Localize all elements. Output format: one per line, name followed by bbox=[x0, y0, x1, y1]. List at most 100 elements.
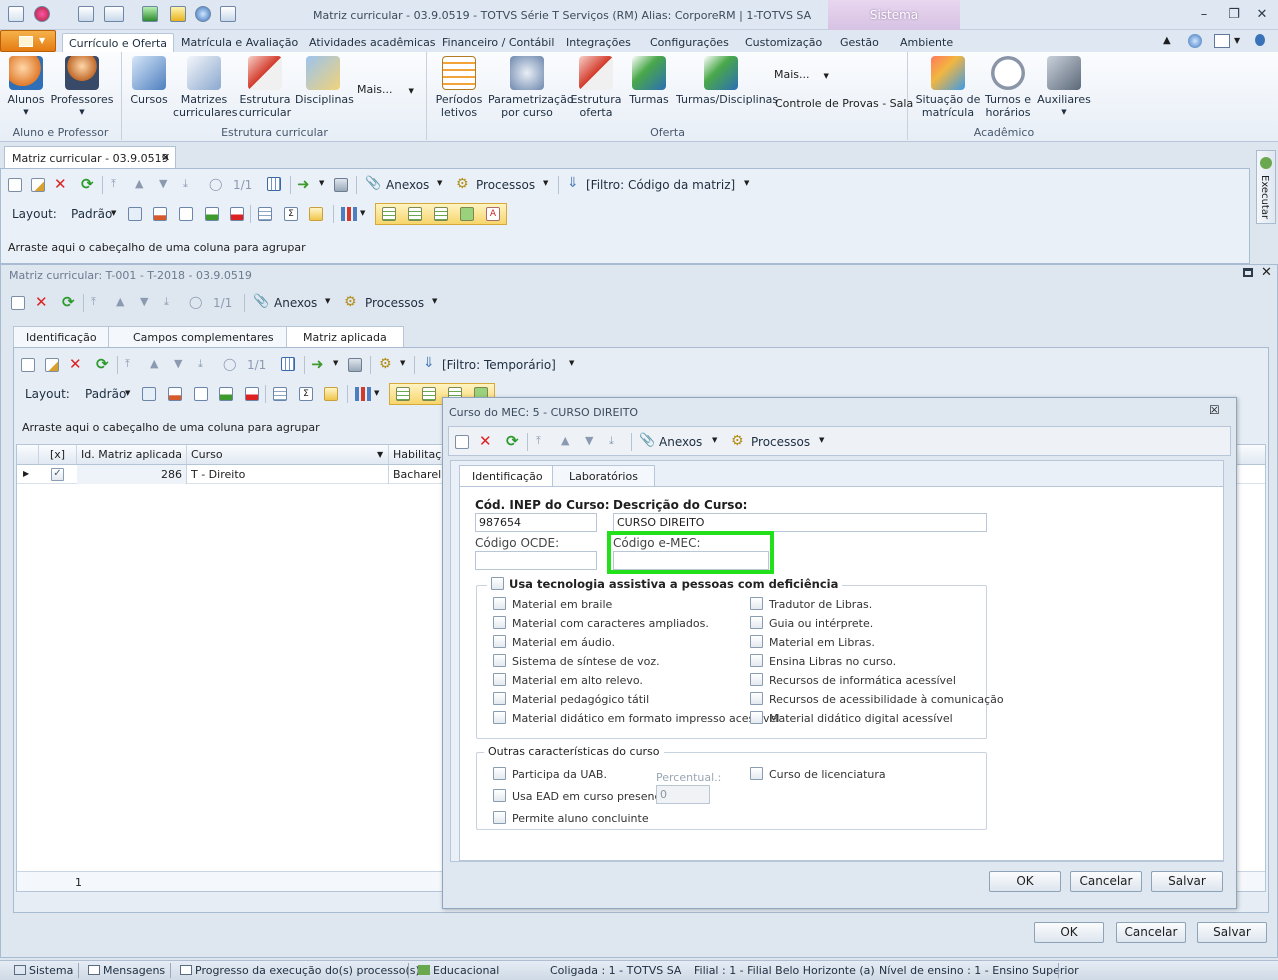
column-filter-icon[interactable]: ▼ bbox=[377, 450, 383, 459]
layout-icon[interactable] bbox=[104, 6, 124, 22]
grid-settings-icon[interactable] bbox=[128, 207, 142, 221]
grid-import-icon[interactable] bbox=[245, 387, 259, 401]
grid-export-icon[interactable] bbox=[205, 207, 219, 221]
view-form-icon[interactable] bbox=[434, 207, 448, 221]
alunos-button[interactable]: Alunos ▼ bbox=[4, 56, 48, 119]
chevron-down-icon[interactable]: ▼ bbox=[333, 359, 338, 367]
tab-identificacao[interactable]: Identificação bbox=[459, 465, 556, 487]
last-record-icon[interactable]: ⤓ bbox=[198, 357, 203, 371]
anexos-button[interactable]: Anexos bbox=[386, 178, 429, 192]
view-list-icon[interactable] bbox=[382, 207, 396, 221]
chevron-down-icon[interactable]: ▼ bbox=[319, 179, 324, 187]
binoculars-icon[interactable]: ◯ bbox=[209, 177, 222, 191]
list-item[interactable]: Tradutor de Libras. bbox=[750, 597, 1004, 616]
close-icon[interactable]: ✕ bbox=[1261, 265, 1272, 280]
matrizes-curriculares-button[interactable]: Matrizes curriculares bbox=[173, 56, 238, 119]
chevron-down-icon[interactable]: ▼ bbox=[400, 359, 405, 367]
tab-identificacao[interactable]: Identificação bbox=[13, 326, 110, 348]
go-arrow-icon[interactable]: ➜ bbox=[311, 355, 324, 373]
next-record-icon[interactable]: ▼ bbox=[140, 295, 148, 308]
checkbox[interactable] bbox=[750, 767, 763, 780]
status-sistema[interactable]: Sistema bbox=[14, 964, 73, 977]
restore-icon[interactable]: ❐ bbox=[1226, 7, 1242, 23]
highlight-icon[interactable] bbox=[309, 207, 323, 221]
cancel-button[interactable]: Cancelar bbox=[1070, 871, 1142, 892]
delete-icon[interactable]: ✕ bbox=[479, 432, 492, 450]
refresh-icon[interactable]: ⟳ bbox=[81, 175, 94, 193]
new-window-icon[interactable] bbox=[78, 6, 94, 22]
estrutura-curricular-button[interactable]: Estrutura curricular bbox=[237, 56, 293, 119]
chevron-down-icon[interactable]: ▼ bbox=[569, 359, 574, 367]
chevron-down-icon[interactable]: ▼ bbox=[437, 179, 442, 187]
edit-icon[interactable] bbox=[45, 358, 59, 372]
controle-provas-button[interactable]: Controle de Provas - Sala bbox=[775, 97, 913, 110]
calendar-grid-icon[interactable] bbox=[267, 177, 281, 191]
list-item[interactable]: Material com caracteres ampliados. bbox=[493, 616, 779, 635]
chevron-down-icon[interactable]: ▼ bbox=[432, 297, 437, 305]
copy-icon[interactable] bbox=[220, 6, 236, 22]
licenciatura-item[interactable]: Curso de licenciatura bbox=[750, 767, 886, 781]
list-item[interactable]: Recursos de acessibilidade à comunicação bbox=[750, 692, 1004, 711]
list-item[interactable]: Material didático em formato impresso ac… bbox=[493, 711, 779, 730]
column-id-matriz[interactable]: Id. Matriz aplicada bbox=[77, 445, 187, 464]
previous-record-icon[interactable]: ▲ bbox=[135, 177, 143, 190]
previous-record-icon[interactable]: ▲ bbox=[561, 434, 569, 447]
anexos-button[interactable]: Anexos bbox=[274, 296, 317, 310]
professores-button[interactable]: Professores ▼ bbox=[50, 56, 114, 119]
tab-ambiente[interactable]: Ambiente bbox=[894, 33, 959, 52]
checkbox[interactable] bbox=[750, 711, 763, 724]
anexos-button[interactable]: Anexos bbox=[659, 435, 702, 449]
assistiva-checkbox[interactable] bbox=[491, 577, 504, 590]
list-item[interactable]: Material em braile bbox=[493, 597, 779, 616]
grid-settings-icon[interactable] bbox=[142, 387, 156, 401]
last-record-icon[interactable]: ⤓ bbox=[183, 177, 188, 191]
tab-curriculo-oferta[interactable]: Currículo e Oferta bbox=[62, 33, 175, 52]
column-curso[interactable]: Curso bbox=[187, 445, 389, 464]
checkbox[interactable] bbox=[493, 811, 506, 824]
tab-campos-complementares[interactable]: Campos complementares bbox=[108, 326, 299, 348]
percentual-field[interactable]: 0 bbox=[656, 785, 710, 804]
info-icon[interactable] bbox=[1255, 34, 1265, 46]
periodos-letivos-button[interactable]: Períodos letivos bbox=[434, 56, 484, 119]
descricao-field[interactable]: CURSO DIREITO bbox=[613, 513, 987, 532]
checkbox[interactable] bbox=[750, 673, 763, 686]
print-icon[interactable] bbox=[348, 358, 362, 372]
list-item[interactable]: Material pedagógico tátil bbox=[493, 692, 779, 711]
font-icon[interactable]: A bbox=[486, 207, 500, 221]
filter-button[interactable]: [Filtro: Código da matriz] bbox=[586, 178, 735, 192]
chart-icon[interactable] bbox=[341, 207, 357, 221]
view-detail-icon[interactable] bbox=[422, 387, 436, 401]
layout-preset-dropdown[interactable]: Padrão bbox=[71, 207, 112, 221]
brush-icon[interactable] bbox=[170, 6, 186, 22]
tab-matricula-avaliacao[interactable]: Matrícula e Avaliação bbox=[175, 33, 304, 52]
first-record-icon[interactable]: ⤒ bbox=[536, 434, 541, 448]
list-icon[interactable] bbox=[273, 387, 287, 401]
situacao-matricula-button[interactable]: Situação de matrícula bbox=[915, 56, 981, 119]
delete-icon[interactable]: ✕ bbox=[54, 175, 67, 193]
checkbox[interactable] bbox=[493, 692, 506, 705]
next-record-icon[interactable]: ▼ bbox=[159, 177, 167, 190]
grid-delete-icon[interactable] bbox=[168, 387, 182, 401]
checkbox[interactable] bbox=[750, 616, 763, 629]
chevron-down-icon[interactable]: ▼ bbox=[1234, 36, 1240, 45]
list-item[interactable]: Material em áudio. bbox=[493, 635, 779, 654]
filter-button[interactable]: [Filtro: Temporário] bbox=[442, 358, 556, 372]
list-item[interactable]: Guia ou intérprete. bbox=[750, 616, 1004, 635]
new-icon[interactable] bbox=[11, 296, 25, 310]
emec-field[interactable] bbox=[613, 551, 769, 570]
minimize-icon[interactable]: – bbox=[1196, 7, 1212, 23]
list-icon[interactable] bbox=[258, 207, 272, 221]
edit-icon[interactable] bbox=[31, 178, 45, 192]
last-record-icon[interactable]: ⤓ bbox=[609, 434, 614, 448]
checkbox[interactable] bbox=[750, 635, 763, 648]
delete-icon[interactable]: ✕ bbox=[69, 355, 82, 373]
disciplinas-button[interactable]: Disciplinas bbox=[295, 56, 354, 106]
list-item[interactable]: Material em Libras. bbox=[750, 635, 1004, 654]
close-icon[interactable]: ☒ bbox=[1209, 403, 1220, 417]
tab-integracoes[interactable]: Integrações bbox=[560, 33, 637, 52]
grid-blank-icon[interactable] bbox=[194, 387, 208, 401]
row-checkbox[interactable]: ✓ bbox=[51, 468, 64, 481]
collapse-ribbon-icon[interactable]: ▲ bbox=[1163, 35, 1171, 46]
help-icon[interactable] bbox=[1188, 34, 1202, 48]
mais-estrutura-button[interactable]: Mais... ▼ bbox=[357, 83, 414, 96]
